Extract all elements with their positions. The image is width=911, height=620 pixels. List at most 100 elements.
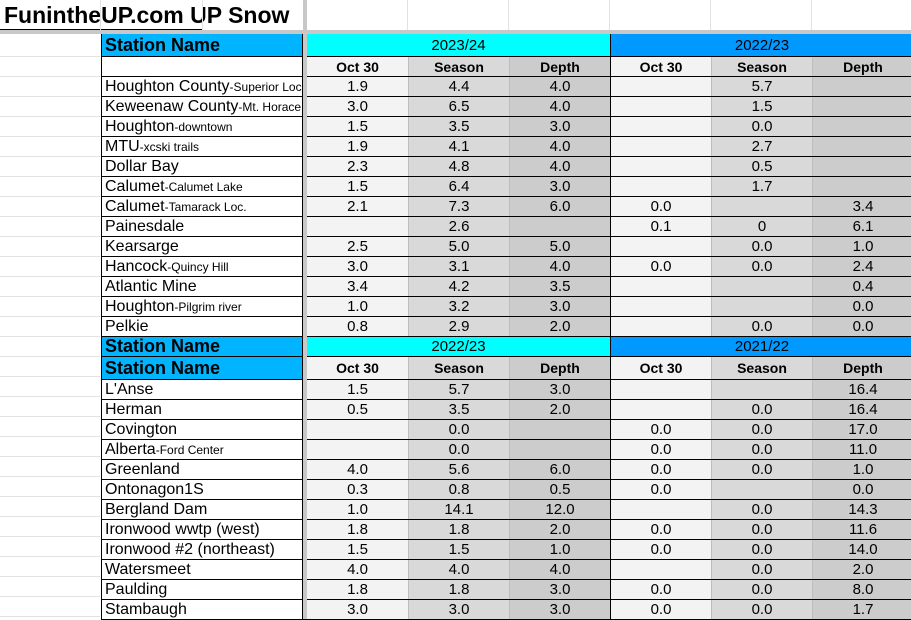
value-cell[interactable]: 0.3 xyxy=(307,480,408,499)
station-name-cell[interactable]: Paulding xyxy=(101,580,303,599)
value-cell[interactable] xyxy=(307,440,408,459)
value-cell[interactable]: 3.2 xyxy=(408,297,509,316)
column-header-season[interactable]: Season xyxy=(711,57,812,76)
value-cell[interactable]: 5.6 xyxy=(408,460,509,479)
value-cell[interactable]: 14.0 xyxy=(812,540,911,559)
value-cell[interactable]: 3.0 xyxy=(509,580,610,599)
value-cell[interactable] xyxy=(509,440,610,459)
station-name-cell[interactable]: Calumet-Calumet Lake xyxy=(101,177,303,196)
column-header-oct-30[interactable]: Oct 30 xyxy=(307,57,408,76)
value-cell[interactable]: 0.0 xyxy=(610,480,711,499)
value-cell[interactable]: 4.0 xyxy=(509,77,610,96)
value-cell[interactable]: 3.5 xyxy=(509,277,610,296)
value-cell[interactable]: 1.5 xyxy=(307,117,408,136)
value-cell[interactable]: 0.5 xyxy=(307,400,408,419)
value-cell[interactable]: 3.0 xyxy=(307,600,408,619)
value-cell[interactable]: 0.0 xyxy=(610,420,711,439)
station-name-cell[interactable]: Pelkie xyxy=(101,317,303,336)
value-cell[interactable]: 6.0 xyxy=(509,197,610,216)
value-cell[interactable] xyxy=(610,400,711,419)
value-cell[interactable]: 0.0 xyxy=(408,440,509,459)
year-header-prior[interactable]: 2021/22 xyxy=(610,337,911,356)
value-cell[interactable] xyxy=(610,77,711,96)
station-name-cell[interactable] xyxy=(101,57,303,76)
value-cell[interactable]: 3.0 xyxy=(307,97,408,116)
value-cell[interactable]: 0.0 xyxy=(711,317,812,336)
value-cell[interactable]: 8.0 xyxy=(812,580,911,599)
value-cell[interactable]: 6.5 xyxy=(408,97,509,116)
station-name-header[interactable]: Station Name xyxy=(101,357,303,379)
value-cell[interactable] xyxy=(610,317,711,336)
value-cell[interactable]: 0.0 xyxy=(610,540,711,559)
frozen-column-divider[interactable] xyxy=(303,0,307,619)
value-cell[interactable]: 3.5 xyxy=(408,117,509,136)
value-cell[interactable] xyxy=(812,117,911,136)
value-cell[interactable]: 16.4 xyxy=(812,400,911,419)
value-cell[interactable] xyxy=(610,500,711,519)
value-cell[interactable] xyxy=(610,560,711,579)
value-cell[interactable]: 0.0 xyxy=(408,420,509,439)
value-cell[interactable]: 11.0 xyxy=(812,440,911,459)
value-cell[interactable]: 3.4 xyxy=(812,197,911,216)
value-cell[interactable]: 4.0 xyxy=(509,560,610,579)
station-name-cell[interactable]: MTU-xcski trails xyxy=(101,137,303,156)
value-cell[interactable]: 2.1 xyxy=(307,197,408,216)
value-cell[interactable]: 12.0 xyxy=(509,500,610,519)
value-cell[interactable] xyxy=(610,297,711,316)
station-name-cell[interactable]: Ontonagon1S xyxy=(101,480,303,499)
value-cell[interactable]: 1.8 xyxy=(307,520,408,539)
value-cell[interactable]: 1.5 xyxy=(307,540,408,559)
value-cell[interactable]: 4.0 xyxy=(408,560,509,579)
value-cell[interactable] xyxy=(610,97,711,116)
column-header-season[interactable]: Season xyxy=(408,57,509,76)
value-cell[interactable]: 1.8 xyxy=(408,580,509,599)
station-name-cell[interactable]: Ironwood wwtp (west) xyxy=(101,520,303,539)
value-cell[interactable] xyxy=(307,420,408,439)
station-name-cell[interactable]: Atlantic Mine xyxy=(101,277,303,296)
value-cell[interactable]: 0.4 xyxy=(812,277,911,296)
value-cell[interactable]: 2.6 xyxy=(408,217,509,236)
value-cell[interactable] xyxy=(610,157,711,176)
value-cell[interactable]: 0.0 xyxy=(711,237,812,256)
value-cell[interactable] xyxy=(812,157,911,176)
station-name-header[interactable]: Station Name xyxy=(101,337,303,356)
value-cell[interactable]: 2.3 xyxy=(307,157,408,176)
station-name-header[interactable]: Station Name xyxy=(101,34,303,56)
value-cell[interactable]: 0.0 xyxy=(812,317,911,336)
value-cell[interactable]: 1.8 xyxy=(307,580,408,599)
value-cell[interactable]: 0.8 xyxy=(307,317,408,336)
station-name-cell[interactable]: Bergland Dam xyxy=(101,500,303,519)
value-cell[interactable]: 3.4 xyxy=(307,277,408,296)
value-cell[interactable]: 1.0 xyxy=(812,460,911,479)
value-cell[interactable] xyxy=(812,77,911,96)
value-cell[interactable]: 0.0 xyxy=(711,420,812,439)
value-cell[interactable]: 1.0 xyxy=(509,540,610,559)
station-name-cell[interactable]: Houghton County-Superior Loc xyxy=(101,77,303,96)
value-cell[interactable]: 3.5 xyxy=(408,400,509,419)
value-cell[interactable] xyxy=(711,480,812,499)
value-cell[interactable]: 0.0 xyxy=(711,117,812,136)
value-cell[interactable]: 16.4 xyxy=(812,380,911,399)
value-cell[interactable] xyxy=(812,177,911,196)
value-cell[interactable]: 6.0 xyxy=(509,460,610,479)
value-cell[interactable]: 2.5 xyxy=(307,237,408,256)
station-name-cell[interactable]: Houghton-Pilgrim river xyxy=(101,297,303,316)
station-name-cell[interactable]: Alberta-Ford Center xyxy=(101,440,303,459)
column-header-season[interactable]: Season xyxy=(408,357,509,379)
year-header-prior[interactable]: 2022/23 xyxy=(610,34,911,56)
column-header-oct-30[interactable]: Oct 30 xyxy=(307,357,408,379)
value-cell[interactable]: 5.0 xyxy=(408,237,509,256)
value-cell[interactable]: 1.8 xyxy=(408,520,509,539)
value-cell[interactable]: 6.4 xyxy=(408,177,509,196)
value-cell[interactable]: 1.0 xyxy=(307,297,408,316)
column-header-season[interactable]: Season xyxy=(711,357,812,379)
value-cell[interactable]: 0.0 xyxy=(711,560,812,579)
value-cell[interactable]: 0.0 xyxy=(711,257,812,276)
value-cell[interactable]: 1.0 xyxy=(812,237,911,256)
value-cell[interactable]: 0.0 xyxy=(711,460,812,479)
year-header-current[interactable]: 2023/24 xyxy=(307,34,610,56)
station-name-cell[interactable]: Ironwood #2 (northeast) xyxy=(101,540,303,559)
value-cell[interactable]: 0.5 xyxy=(509,480,610,499)
station-name-cell[interactable]: Calumet-Tamarack Loc. xyxy=(101,197,303,216)
station-name-cell[interactable]: L'Anse xyxy=(101,380,303,399)
